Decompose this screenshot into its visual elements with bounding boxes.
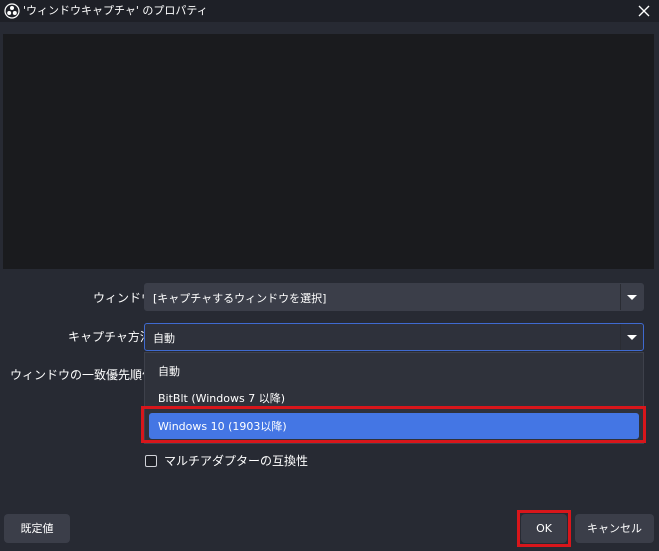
ok-button[interactable]: OK (521, 514, 567, 543)
obs-app-icon (4, 3, 20, 19)
multi-adapter-label: マルチアダプターの互換性 (164, 454, 309, 468)
option-auto[interactable]: 自動 (145, 358, 643, 384)
option-label: BitBlt (Windows 7 以降) (158, 392, 286, 405)
capture-method-value: 自動 (153, 332, 175, 345)
window-select-value: [キャプチャするウィンドウを選択] (153, 292, 327, 305)
match-priority-label: ウィンドウの一致優先順位 (10, 368, 155, 382)
option-label: 自動 (158, 365, 180, 378)
close-icon[interactable] (635, 2, 653, 20)
option-label: Windows 10 (1903以降) (158, 420, 287, 433)
preview-area (3, 34, 654, 269)
window-title: 'ウィンドウキャプチャ' のプロパティ (23, 4, 208, 17)
option-windows-10[interactable]: Windows 10 (1903以降) (149, 413, 639, 439)
chevron-down-icon[interactable] (620, 324, 643, 350)
defaults-button[interactable]: 既定値 (4, 514, 70, 543)
capture-method-select[interactable]: 自動 (144, 323, 644, 351)
multi-adapter-checkbox[interactable] (145, 455, 157, 467)
title-bar: 'ウィンドウキャプチャ' のプロパティ (0, 0, 659, 22)
cancel-button[interactable]: キャンセル (575, 514, 654, 543)
window-select[interactable]: [キャプチャするウィンドウを選択] (144, 283, 644, 311)
capture-method-label: キャプチャ方法 (68, 330, 152, 344)
capture-method-dropdown: 自動 BitBlt (Windows 7 以降) Windows 10 (190… (144, 352, 644, 444)
chevron-down-icon[interactable] (620, 284, 643, 310)
option-bitblt[interactable]: BitBlt (Windows 7 以降) (145, 385, 643, 411)
